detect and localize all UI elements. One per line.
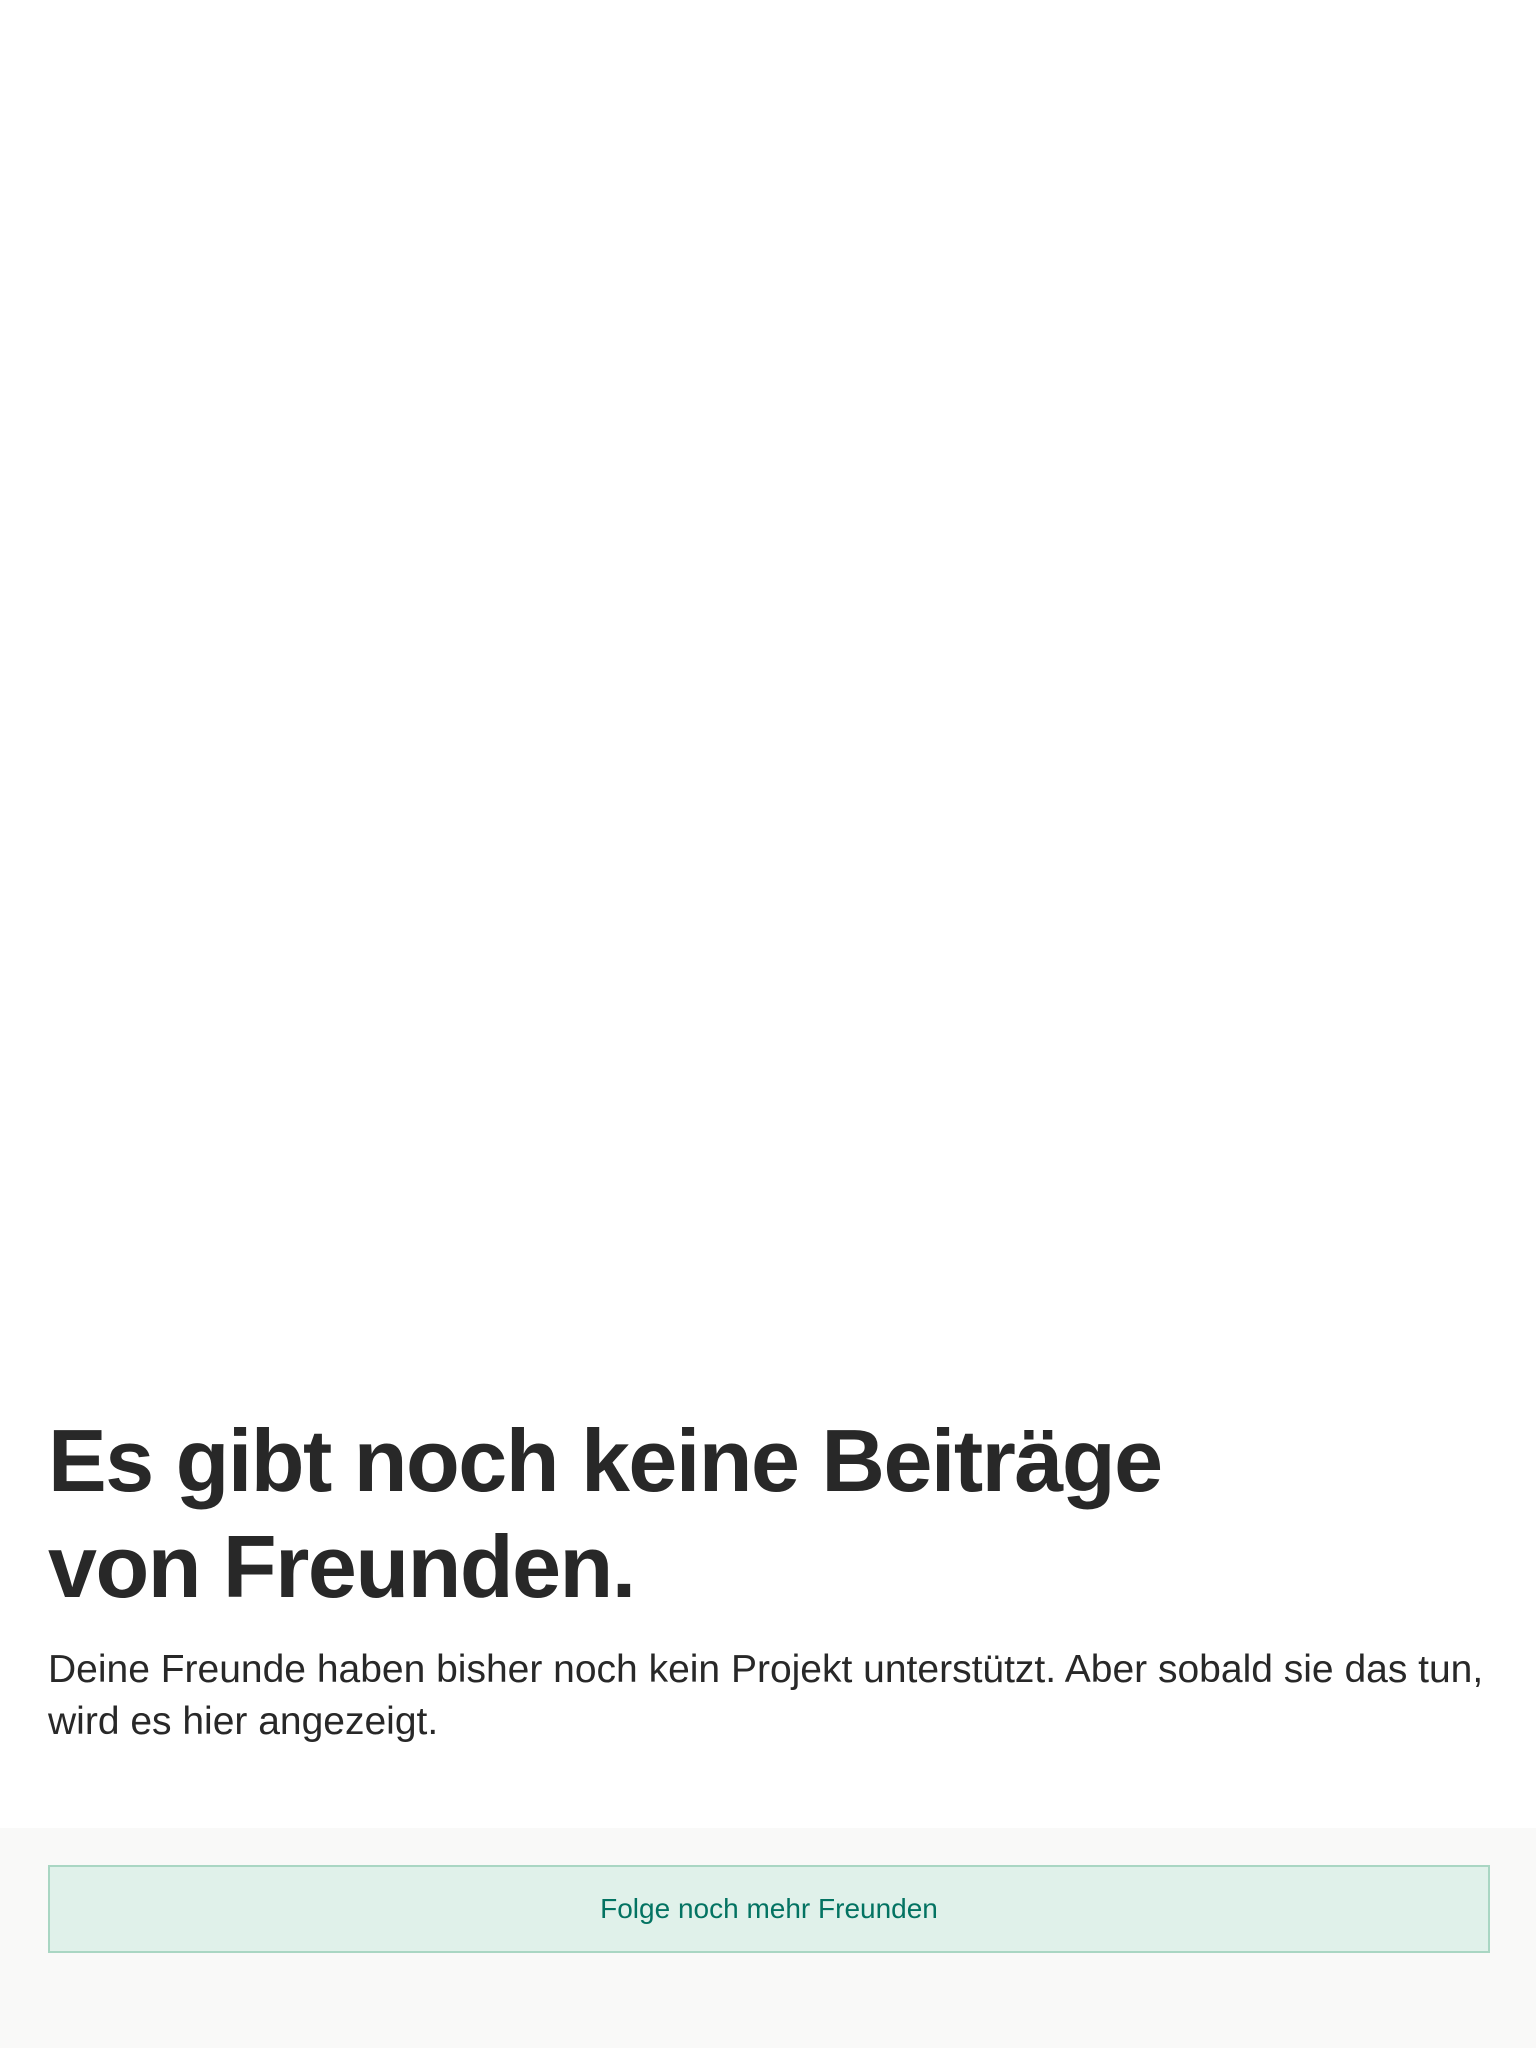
empty-state-description: Deine Freunde haben bisher noch kein Pro… bbox=[48, 1648, 1484, 1743]
footer-area: Folge noch mehr Freunden bbox=[0, 1828, 1536, 2048]
headline-line-1: Es gibt noch keine Beiträge bbox=[48, 1411, 1163, 1510]
friends-activity-page: Es gibt noch keine Beiträge von Freunden… bbox=[0, 0, 1536, 2048]
follow-more-friends-button[interactable]: Folge noch mehr Freunden bbox=[48, 1865, 1490, 1953]
headline-line-2: von Freunden. bbox=[48, 1517, 636, 1616]
empty-state-headline: Es gibt noch keine Beiträge von Freunden… bbox=[48, 1408, 1488, 1620]
empty-state: Es gibt noch keine Beiträge von Freunden… bbox=[48, 1408, 1488, 1748]
